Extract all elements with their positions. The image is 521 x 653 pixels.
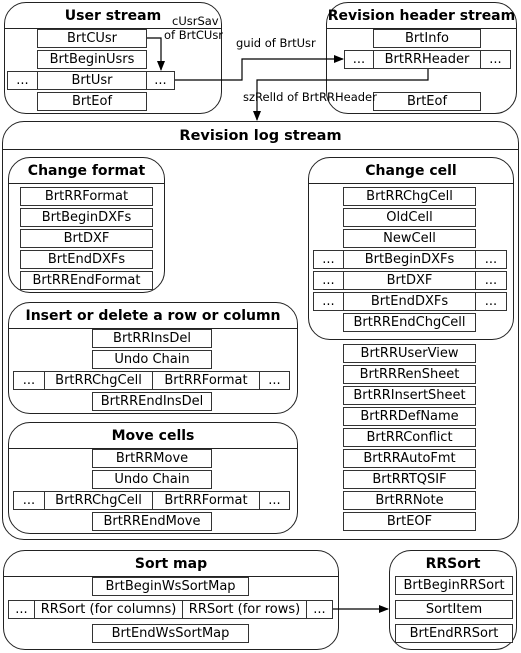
rrsort-title: RRSort (425, 556, 481, 572)
record-brtrruserview: BrtRRUserView (343, 344, 476, 363)
record-ellipsis: ... (313, 271, 344, 290)
record-ellipsis: ... (7, 71, 38, 90)
record-rrsort-columns: RRSort (for columns) (34, 600, 183, 619)
record-brtcusr: BrtCUsr (37, 29, 147, 48)
record-newcell: NewCell (343, 229, 476, 248)
record-ellipsis: ... (306, 600, 333, 619)
record-ellipsis: ... (13, 371, 45, 390)
record-brtrrendinsdel: BrtRREndInsDel (92, 392, 212, 411)
record-brtrrnote: BrtRRNote (343, 491, 476, 510)
record-ellipsis: ... (8, 600, 35, 619)
revision-header-stream-title: Revision header stream (327, 3, 516, 29)
record-brtenddxfs: BrtEndDXFs (20, 250, 153, 269)
record-brtbeginwssortmap: BrtBeginWsSortMap (92, 577, 249, 596)
record-brtrrchgcell: BrtRRChgCell (44, 491, 153, 510)
record-brtusr: BrtUsr (37, 71, 147, 90)
record-brtrrendformat: BrtRREndFormat (20, 271, 153, 290)
record-ellipsis: ... (13, 491, 45, 510)
record-brtrrformat: BrtRRFormat (152, 371, 260, 390)
record-brtrrinsertsheet: BrtRRInsertSheet (343, 386, 476, 405)
record-rrsort-rows: RRSort (for rows) (182, 600, 307, 619)
record-brteof: BrtEOF (343, 512, 476, 531)
record-brtendwssortmap: BrtEndWsSortMap (92, 624, 249, 643)
record-ellipsis: ... (259, 491, 290, 510)
record-undo-chain: Undo Chain (92, 350, 212, 369)
record-brtrrrensheet: BrtRRRenSheet (343, 365, 476, 384)
record-brteof: BrtEof (37, 92, 147, 111)
record-brtbegindxfs: BrtBeginDXFs (343, 250, 476, 269)
record-brtrrheader: BrtRRHeader (373, 50, 481, 69)
record-brtrrconflict: BrtRRConflict (343, 428, 476, 447)
record-ellipsis: ... (313, 292, 344, 311)
record-ellipsis: ... (475, 292, 507, 311)
record-brtrrmove: BrtRRMove (92, 449, 212, 468)
record-brtbeginrrsort: BrtBeginRRSort (395, 576, 513, 595)
record-brtendrrsort: BrtEndRRSort (395, 624, 513, 643)
record-brtrrtqsif: BrtRRTQSIF (343, 470, 476, 489)
record-ellipsis: ... (475, 250, 507, 269)
record-brtenddxfs: BrtEndDXFs (343, 292, 476, 311)
record-brtbeginusrs: BrtBeginUsrs (37, 50, 147, 69)
record-oldcell: OldCell (343, 208, 476, 227)
record-ellipsis: ... (259, 371, 290, 390)
record-brtrrformat: BrtRRFormat (152, 491, 260, 510)
record-ellipsis: ... (480, 50, 511, 69)
sort-map-title: Sort map (4, 551, 338, 577)
record-brtdxf: BrtDXF (343, 271, 476, 290)
label-guid: guid of BrtUsr (236, 36, 316, 50)
revision-log-stream-title: Revision log stream (3, 122, 518, 150)
record-brtinfo: BrtInfo (373, 29, 481, 48)
record-ellipsis: ... (146, 71, 175, 90)
record-undo-chain: Undo Chain (92, 470, 212, 489)
record-ellipsis: ... (313, 250, 344, 269)
record-brtbegindxfs: BrtBeginDXFs (20, 208, 153, 227)
change-cell-title: Change cell (309, 158, 513, 184)
record-brtdxf: BrtDXF (20, 229, 153, 248)
record-ellipsis: ... (475, 271, 507, 290)
label-of-brtcusr: of BrtCUsr (164, 28, 224, 42)
insert-delete-title: Insert or delete a row or column (9, 303, 297, 329)
label-cusrsav: cUsrSav (172, 14, 219, 28)
move-cells-title: Move cells (9, 423, 297, 449)
change-format-title: Change format (9, 158, 164, 184)
record-ellipsis: ... (344, 50, 374, 69)
record-brtrrautofmt: BrtRRAutoFmt (343, 449, 476, 468)
record-brteof: BrtEof (373, 92, 481, 111)
record-sortitem: SortItem (395, 600, 513, 619)
record-brtrrendchgcell: BrtRREndChgCell (343, 313, 476, 332)
record-brtrrdefname: BrtRRDefName (343, 407, 476, 426)
record-brtrrendmove: BrtRREndMove (92, 512, 212, 531)
record-brtrrchgcell: BrtRRChgCell (44, 371, 153, 390)
record-brtrrinsdel: BrtRRInsDel (92, 329, 212, 348)
label-szrelid: szRelId of BrtRRHeader (243, 90, 377, 104)
record-brtrrchgcell: BrtRRChgCell (343, 187, 476, 206)
record-brtrrformat: BrtRRFormat (20, 187, 153, 206)
